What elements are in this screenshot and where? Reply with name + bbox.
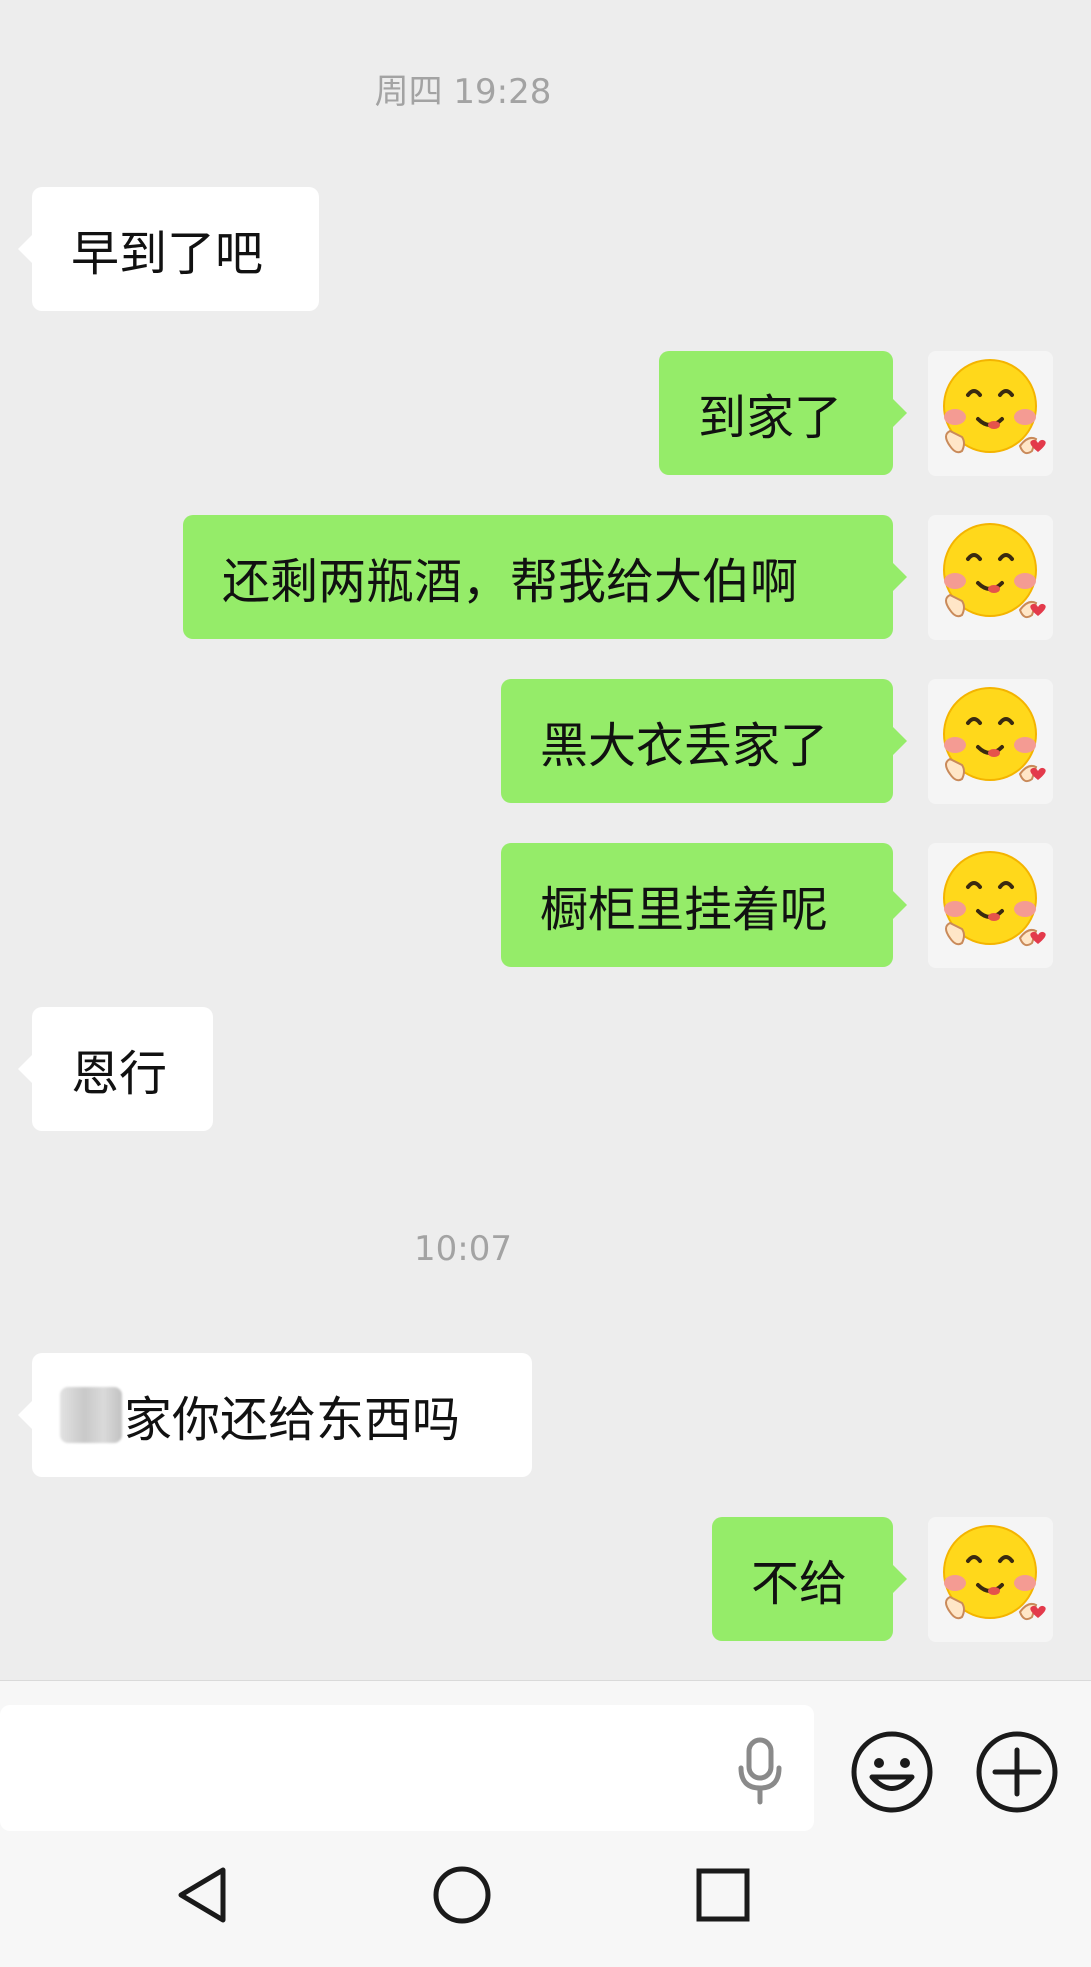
message-input-bar — [0, 1680, 1091, 1833]
message-text: 早到了吧 — [71, 226, 264, 282]
emoji-icon[interactable] — [850, 1730, 934, 1814]
received-message[interactable]: 恩行 — [32, 1007, 213, 1131]
message-text-input[interactable] — [0, 1705, 814, 1831]
recents-square-icon[interactable] — [688, 1860, 758, 1930]
smiling-emoji-avatar-icon[interactable] — [928, 1517, 1053, 1642]
back-triangle-icon[interactable] — [167, 1860, 237, 1930]
message-text: 家你还给东西吗 — [124, 1392, 461, 1448]
plus-icon[interactable] — [975, 1730, 1059, 1814]
smiling-emoji-avatar-icon[interactable] — [928, 515, 1053, 640]
sent-message[interactable]: 黑大衣丢家了 — [501, 679, 893, 803]
received-message[interactable]: 早到了吧 — [32, 187, 319, 311]
sent-message[interactable]: 到家了 — [659, 351, 893, 475]
home-circle-icon[interactable] — [427, 1860, 497, 1930]
chat-area: 周四 19:28 早到了吧 到家了 还剩两瓶酒，帮我给大伯啊 黑大衣丢家了 橱柜… — [0, 0, 1091, 1680]
message-text: 还剩两瓶酒，帮我给大伯啊 — [222, 554, 799, 610]
sent-message[interactable]: 不给 — [712, 1517, 893, 1641]
message-text: 到家了 — [698, 390, 843, 446]
sent-message[interactable]: 还剩两瓶酒，帮我给大伯啊 — [183, 515, 893, 639]
system-navigation-bar — [0, 1832, 1091, 1967]
timestamp: 10:07 — [414, 1229, 512, 1269]
received-message[interactable]: 家你还给东西吗 — [32, 1353, 532, 1477]
message-text: 不给 — [751, 1556, 848, 1612]
message-text: 橱柜里挂着呢 — [540, 882, 829, 938]
timestamp: 周四 19:28 — [374, 72, 552, 112]
smiling-emoji-avatar-icon[interactable] — [928, 679, 1053, 804]
message-text: 恩行 — [71, 1046, 168, 1102]
smiling-emoji-avatar-icon[interactable] — [928, 351, 1053, 476]
smiling-emoji-avatar-icon[interactable] — [928, 843, 1053, 968]
sent-message[interactable]: 橱柜里挂着呢 — [501, 843, 893, 967]
microphone-icon[interactable] — [735, 1736, 785, 1806]
redacted-name-blur — [60, 1387, 122, 1443]
message-text: 黑大衣丢家了 — [540, 718, 829, 774]
